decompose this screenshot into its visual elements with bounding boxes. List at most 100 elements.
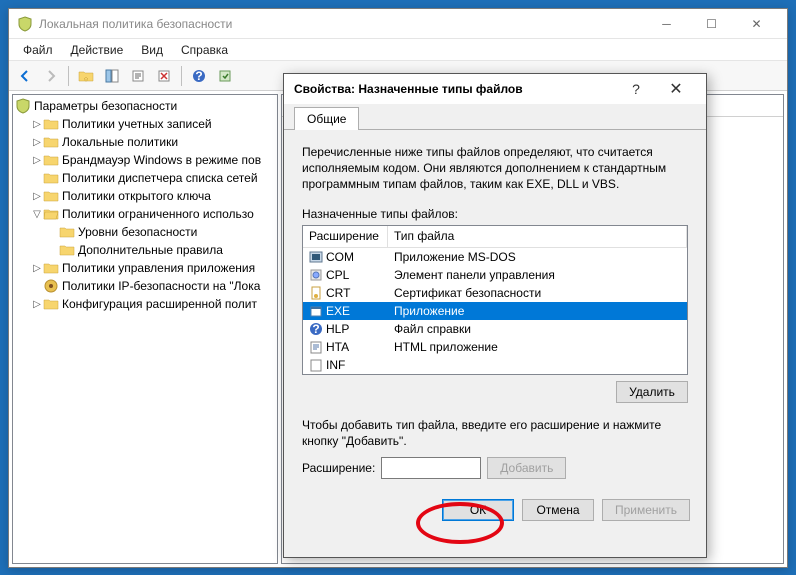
tree-item[interactable]: Политики диспетчера списка сетей <box>15 169 275 187</box>
add-button[interactable]: Добавить <box>487 457 566 479</box>
tree-panel[interactable]: Параметры безопасности ▷Политики учетных… <box>12 94 278 564</box>
file-type-row[interactable]: COM Приложение MS-DOS <box>303 248 687 266</box>
col-extension[interactable]: Расширение <box>303 226 388 247</box>
expand-icon[interactable]: ▷ <box>31 263 43 274</box>
properties-button[interactable] <box>100 64 124 88</box>
expand-icon[interactable]: ▷ <box>31 155 43 166</box>
tree-item-expanded[interactable]: ▽Политики ограниченного использо <box>15 205 275 223</box>
tree-root[interactable]: Параметры безопасности <box>15 97 275 115</box>
add-description: Чтобы добавить тип файла, введите его ра… <box>302 417 688 449</box>
type-value: Приложение MS-DOS <box>394 250 516 264</box>
file-list-header: Расширение Тип файла <box>303 226 687 248</box>
ext-value: COM <box>326 250 354 264</box>
dialog-title: Свойства: Назначенные типы файлов <box>294 82 616 96</box>
folder-icon <box>43 116 59 132</box>
help-button[interactable]: ? <box>187 64 211 88</box>
expand-icon[interactable]: ▷ <box>31 299 43 310</box>
file-type-row[interactable]: EXE Приложение <box>303 302 687 320</box>
ext-value: HTA <box>326 340 349 354</box>
tree-item[interactable]: ▷Политики управления приложения <box>15 259 275 277</box>
menu-help[interactable]: Справка <box>173 41 236 59</box>
tabstrip: Общие <box>284 104 706 130</box>
toolbar-separator <box>181 66 182 86</box>
filetype-icon <box>309 250 323 264</box>
file-type-row[interactable]: HTA HTML приложение <box>303 338 687 356</box>
extension-label: Расширение: <box>302 461 375 475</box>
collapse-icon[interactable]: ▽ <box>31 209 43 220</box>
filetype-icon <box>309 268 323 282</box>
tree-item[interactable]: ▷Политики открытого ключа <box>15 187 275 205</box>
tree-item[interactable]: ▷Конфигурация расширенной полит <box>15 295 275 313</box>
back-button[interactable] <box>13 64 37 88</box>
file-type-row[interactable]: CPL Элемент панели управления <box>303 266 687 284</box>
ok-button[interactable]: ОК <box>442 499 514 521</box>
filetype-icon <box>309 304 323 318</box>
svg-text:?: ? <box>195 69 202 83</box>
expand-icon[interactable]: ▷ <box>31 137 43 148</box>
ipsec-icon <box>43 278 59 294</box>
delete-button[interactable]: Удалить <box>616 381 688 403</box>
expand-icon[interactable]: ▷ <box>31 119 43 130</box>
dialog-titlebar[interactable]: Свойства: Назначенные типы файлов ? ✕ <box>284 74 706 104</box>
dialog-description: Перечисленные ниже типы файлов определяю… <box>302 144 688 193</box>
ext-value: CPL <box>326 268 349 282</box>
dialog-help-button[interactable]: ? <box>616 74 656 104</box>
file-type-row[interactable]: INF <box>303 356 687 374</box>
tree-item[interactable]: ▷Брандмауэр Windows в режиме пов <box>15 151 275 169</box>
folder-icon <box>43 260 59 276</box>
minimize-button[interactable]: ─ <box>644 9 689 39</box>
file-types-label: Назначенные типы файлов: <box>302 207 688 221</box>
tree-item[interactable]: ▷Локальные политики <box>15 133 275 151</box>
folder-icon <box>59 242 75 258</box>
app-icon <box>17 16 33 32</box>
ext-value: EXE <box>326 304 350 318</box>
toolbar-x-button[interactable] <box>152 64 176 88</box>
folder-icon <box>43 152 59 168</box>
menu-file[interactable]: Файл <box>15 41 61 59</box>
filetype-icon: ? <box>309 322 323 336</box>
up-button[interactable] <box>74 64 98 88</box>
titlebar: Локальная политика безопасности ─ ☐ ✕ <box>9 9 787 39</box>
toolbar-separator <box>68 66 69 86</box>
maximize-button[interactable]: ☐ <box>689 9 734 39</box>
type-value: HTML приложение <box>394 340 498 354</box>
ext-value: CRT <box>326 286 350 300</box>
folder-icon <box>43 188 59 204</box>
expand-icon[interactable]: ▷ <box>31 191 43 202</box>
type-value: Приложение <box>394 304 464 318</box>
properties-dialog: Свойства: Назначенные типы файлов ? ✕ Об… <box>283 73 707 558</box>
shield-icon <box>15 98 31 114</box>
tree-subitem[interactable]: Дополнительные правила <box>15 241 275 259</box>
menu-view[interactable]: Вид <box>133 41 171 59</box>
refresh-button[interactable] <box>213 64 237 88</box>
file-types-list[interactable]: Расширение Тип файла COM Приложение MS-DO… <box>302 225 688 375</box>
folder-icon <box>43 134 59 150</box>
tree-item[interactable]: ▷Политики учетных записей <box>15 115 275 133</box>
export-button[interactable] <box>126 64 150 88</box>
apply-button[interactable]: Применить <box>602 499 690 521</box>
file-type-row[interactable]: CRT Сертификат безопасности <box>303 284 687 302</box>
tab-general[interactable]: Общие <box>294 107 359 130</box>
ext-value: HLP <box>326 322 349 336</box>
close-button[interactable]: ✕ <box>734 9 779 39</box>
type-value: Файл справки <box>394 322 471 336</box>
tree-item[interactable]: Политики IP-безопасности на "Лока <box>15 277 275 295</box>
folder-icon <box>59 224 75 240</box>
window-title: Локальная политика безопасности <box>39 17 644 31</box>
cancel-button[interactable]: Отмена <box>522 499 594 521</box>
filetype-icon <box>309 286 323 300</box>
col-filetype[interactable]: Тип файла <box>388 226 687 247</box>
menu-action[interactable]: Действие <box>63 41 132 59</box>
filetype-icon <box>309 358 323 372</box>
folder-icon <box>43 170 59 186</box>
ext-value: INF <box>326 358 345 372</box>
folder-icon <box>43 296 59 312</box>
menubar: Файл Действие Вид Справка <box>9 39 787 61</box>
file-type-row[interactable]: ?HLP Файл справки <box>303 320 687 338</box>
dialog-close-button[interactable]: ✕ <box>656 74 696 104</box>
tree-subitem[interactable]: Уровни безопасности <box>15 223 275 241</box>
type-value: Элемент панели управления <box>394 268 555 282</box>
type-value: Сертификат безопасности <box>394 286 541 300</box>
forward-button[interactable] <box>39 64 63 88</box>
extension-input[interactable] <box>381 457 481 479</box>
